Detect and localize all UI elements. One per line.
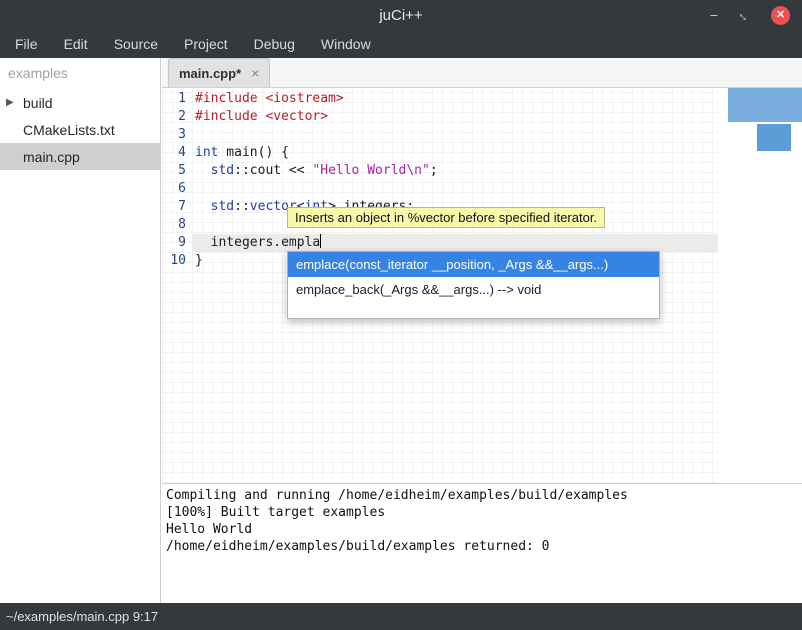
- menu-item-debug[interactable]: Debug: [241, 30, 308, 58]
- code-segment: std: [211, 199, 234, 214]
- status-text: ~/examples/main.cpp 9:17: [6, 609, 158, 624]
- file-tree: ▶build CMakeLists.txt main.cpp: [0, 89, 160, 170]
- tab-bar: main.cpp* ×: [162, 58, 802, 88]
- menu-item-file[interactable]: File: [2, 30, 51, 58]
- terminal-line: Hello World: [166, 521, 798, 538]
- tab-main-cpp[interactable]: main.cpp* ×: [168, 58, 270, 87]
- tree-item-label: CMakeLists.txt: [22, 122, 115, 138]
- line-number: 6: [162, 180, 192, 198]
- code-segment: main() {: [218, 145, 288, 160]
- status-bar: ~/examples/main.cpp 9:17: [0, 603, 802, 630]
- line-number: 5: [162, 162, 192, 180]
- code-line-6[interactable]: [192, 180, 718, 198]
- code-segment: ::: [234, 199, 250, 214]
- line-number: 3: [162, 126, 192, 144]
- code-line-2[interactable]: #include <vector>: [192, 108, 718, 126]
- line-number: 10: [162, 252, 192, 270]
- code-segment: [195, 163, 211, 178]
- tree-item-build[interactable]: ▶build: [0, 89, 160, 116]
- sidebar-header: examples: [0, 58, 160, 89]
- code-segment: ;: [430, 163, 438, 178]
- menu-item-source[interactable]: Source: [101, 30, 171, 58]
- menu-item-edit[interactable]: Edit: [51, 30, 101, 58]
- code-segment: }: [195, 253, 203, 268]
- terminal-line: Compiling and running /home/eidheim/exam…: [166, 487, 798, 504]
- window-title: juCi++: [379, 7, 422, 24]
- chevron-right-icon[interactable]: ▶: [6, 97, 22, 108]
- line-number: 9: [162, 234, 192, 252]
- text-cursor: [320, 234, 321, 248]
- code-segment: "Hello World\n": [312, 163, 429, 178]
- menu-bar: FileEditSourceProjectDebugWindow: [0, 30, 802, 58]
- terminal-line: /home/eidheim/examples/build/examples re…: [166, 538, 798, 555]
- close-button[interactable]: ✕: [771, 6, 790, 25]
- completion-item-1[interactable]: emplace_back(_Args &&__args...) --> void: [288, 277, 659, 302]
- line-number: 7: [162, 198, 192, 216]
- gutter: 12345678910: [162, 88, 192, 483]
- code-segment: integers.empla: [195, 235, 320, 250]
- title-bar: juCi++ − ↔ ✕: [0, 0, 802, 30]
- code-segment: [195, 199, 211, 214]
- window-controls: − ↔ ✕: [710, 0, 790, 30]
- line-number: 8: [162, 216, 192, 234]
- line-number: 4: [162, 144, 192, 162]
- tab-label: main.cpp*: [179, 66, 241, 81]
- terminal-line: [100%] Built target examples: [166, 504, 798, 521]
- menu-item-window[interactable]: Window: [308, 30, 384, 58]
- minimize-button[interactable]: −: [710, 8, 718, 22]
- code-segment: ::cout <<: [234, 163, 312, 178]
- menu-item-project[interactable]: Project: [171, 30, 241, 58]
- line-number: 1: [162, 90, 192, 108]
- editor[interactable]: 12345678910 #include <iostream> #include …: [162, 88, 802, 483]
- code-segment: std: [211, 163, 234, 178]
- completion-popup-list: emplace(const_iterator __position, _Args…: [287, 251, 660, 319]
- overview-marker[interactable]: [757, 124, 791, 151]
- sidebar: examples ▶build CMakeLists.txt main.cpp: [0, 58, 161, 603]
- tree-item-cmakelists-txt[interactable]: CMakeLists.txt: [0, 116, 160, 143]
- code-segment: int: [195, 145, 218, 160]
- doc-tooltip: Inserts an object in %vector before spec…: [287, 207, 605, 228]
- code-line-4[interactable]: int main() {: [192, 144, 718, 162]
- terminal-output[interactable]: Compiling and running /home/eidheim/exam…: [162, 483, 802, 603]
- code-segment: #include <vector>: [195, 109, 328, 124]
- code-line-5[interactable]: std::cout << "Hello World\n";: [192, 162, 718, 180]
- scrollbar-overview: [718, 88, 802, 483]
- completion-item-0[interactable]: emplace(const_iterator __position, _Args…: [288, 252, 659, 277]
- code-segment: #include <iostream>: [195, 91, 344, 106]
- tab-close-icon[interactable]: ×: [251, 65, 259, 81]
- code-line-9[interactable]: integers.empla: [192, 234, 718, 252]
- tree-item-main-cpp[interactable]: main.cpp: [0, 143, 160, 170]
- scrollbar-thumb[interactable]: [728, 88, 802, 122]
- tree-item-label: build: [22, 95, 53, 111]
- tree-item-label: main.cpp: [22, 149, 80, 165]
- line-number: 2: [162, 108, 192, 126]
- code-line-3[interactable]: [192, 126, 718, 144]
- maximize-button[interactable]: ↔: [735, 6, 753, 24]
- code-line-1[interactable]: #include <iostream>: [192, 90, 718, 108]
